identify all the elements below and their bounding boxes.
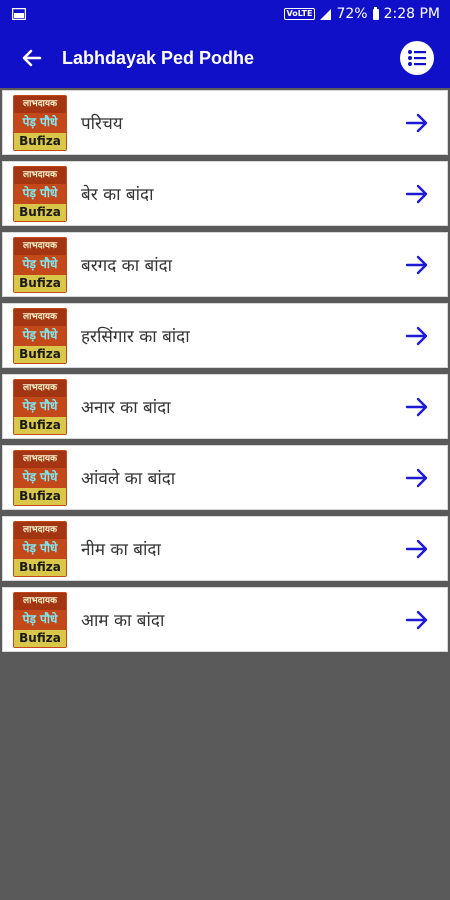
forward-arrow-button[interactable] — [397, 103, 437, 143]
forward-arrow-icon — [405, 113, 428, 132]
forward-arrow-button[interactable] — [397, 174, 437, 214]
forward-arrow-button[interactable] — [397, 316, 437, 356]
forward-arrow-button[interactable] — [397, 458, 437, 498]
thumbnail-line1: लाभदायक — [14, 237, 66, 255]
thumbnail-image: लाभदायक पेड़ पौधे Bufiza — [13, 307, 67, 364]
app-title: Labhdayak Ped Podhe — [62, 47, 255, 68]
thumbnail-line2: पेड़ पौधे — [22, 186, 58, 200]
thumbnail-line3: Bufiza — [14, 345, 66, 363]
forward-arrow-icon — [405, 184, 428, 203]
list-item-label: बरगद का बांदा — [81, 256, 173, 276]
thumbnail-line1: लाभदायक — [14, 450, 66, 468]
thumbnail-line3: Bufiza — [14, 274, 66, 292]
thumbnail-line3: Bufiza — [14, 203, 66, 221]
thumbnail-line3: Bufiza — [14, 132, 66, 150]
thumbnail-image: लाभदायक पेड़ पौधे Bufiza — [13, 236, 67, 293]
thumbnail-image: लाभदायक पेड़ पौधे Bufiza — [13, 165, 67, 222]
list-item[interactable]: लाभदायक पेड़ पौधे Bufiza परिचय — [2, 90, 448, 155]
list-item-label: अनार का बांदा — [81, 398, 171, 418]
status-right: VoLTE 72% 2:28 PM — [283, 6, 440, 22]
thumbnail-image: लाभदायक पेड़ पौधे Bufiza — [13, 94, 67, 151]
clock: 2:28 PM — [383, 6, 440, 22]
forward-arrow-icon — [405, 539, 428, 558]
volte-badge: VoLTE — [283, 8, 316, 20]
list-item-label: बेर का बांदा — [81, 185, 154, 205]
thumbnail-line3: Bufiza — [14, 558, 66, 576]
list-item[interactable]: लाभदायक पेड़ पौधे Bufiza नीम का बांदा — [2, 516, 448, 581]
list-item[interactable]: लाभदायक पेड़ पौधे Bufiza बरगद का बांदा — [2, 232, 448, 297]
list-item-label: हरसिंगार का बांदा — [81, 327, 190, 347]
thumbnail-line1: लाभदायक — [14, 521, 66, 539]
status-left — [12, 8, 26, 20]
list-item[interactable]: लाभदायक पेड़ पौधे Bufiza आम का बांदा — [2, 587, 448, 652]
thumbnail-line2: पेड़ पौधे — [22, 612, 58, 626]
forward-arrow-button[interactable] — [397, 529, 437, 569]
forward-arrow-icon — [405, 255, 428, 274]
thumbnail-image: लाभदायक पेड़ पौधे Bufiza — [13, 520, 67, 577]
thumbnail-line2: पेड़ पौधे — [22, 257, 58, 271]
gallery-notification-icon — [12, 8, 26, 20]
thumbnail-line1: लाभदायक — [14, 166, 66, 184]
signal-icon — [320, 8, 332, 20]
thumbnail-line3: Bufiza — [14, 416, 66, 434]
thumbnail-line3: Bufiza — [14, 487, 66, 505]
thumbnail-line2: पेड़ पौधे — [22, 399, 58, 413]
list-item[interactable]: लाभदायक पेड़ पौधे Bufiza हरसिंगार का बांदा — [2, 303, 448, 368]
battery-percent: 72% — [336, 6, 368, 22]
forward-arrow-button[interactable] — [397, 245, 437, 285]
thumbnail-line2: पेड़ पौधे — [22, 470, 58, 484]
list-item-label: परिचय — [81, 114, 123, 134]
back-arrow-icon — [22, 49, 42, 67]
list-item-label: आम का बांदा — [81, 611, 165, 631]
thumbnail-line1: लाभदायक — [14, 308, 66, 326]
forward-arrow-button[interactable] — [397, 600, 437, 640]
list-item[interactable]: लाभदायक पेड़ पौधे Bufiza आंवले का बांदा — [2, 445, 448, 510]
thumbnail-line2: पेड़ पौधे — [22, 328, 58, 342]
topic-list: लाभदायक पेड़ पौधे Bufiza परिचय लाभदायक पेड़ प… — [0, 88, 450, 658]
forward-arrow-button[interactable] — [397, 387, 437, 427]
list-item[interactable]: लाभदायक पेड़ पौधे Bufiza अनार का बांदा — [2, 374, 448, 439]
status-bar: VoLTE 72% 2:28 PM — [0, 0, 450, 28]
list-menu-icon — [408, 50, 426, 66]
thumbnail-line3: Bufiza — [14, 629, 66, 647]
forward-arrow-icon — [405, 326, 428, 345]
forward-arrow-icon — [405, 397, 428, 416]
thumbnail-line1: लाभदायक — [14, 95, 66, 113]
thumbnail-image: लाभदायक पेड़ पौधे Bufiza — [13, 449, 67, 506]
thumbnail-image: लाभदायक पेड़ पौधे Bufiza — [13, 591, 67, 648]
thumbnail-line2: पेड़ पौधे — [22, 541, 58, 555]
forward-arrow-icon — [405, 468, 428, 487]
thumbnail-line1: लाभदायक — [14, 592, 66, 610]
list-menu-button[interactable] — [400, 41, 434, 75]
app-bar: Labhdayak Ped Podhe — [0, 28, 450, 88]
list-item[interactable]: लाभदायक पेड़ पौधे Bufiza बेर का बांदा — [2, 161, 448, 226]
battery-icon — [372, 6, 379, 20]
thumbnail-line1: लाभदायक — [14, 379, 66, 397]
thumbnail-image: लाभदायक पेड़ पौधे Bufiza — [13, 378, 67, 435]
list-item-label: आंवले का बांदा — [81, 469, 176, 489]
list-item-label: नीम का बांदा — [81, 540, 161, 560]
thumbnail-line2: पेड़ पौधे — [22, 115, 58, 129]
forward-arrow-icon — [405, 610, 428, 629]
back-button[interactable] — [16, 42, 48, 74]
